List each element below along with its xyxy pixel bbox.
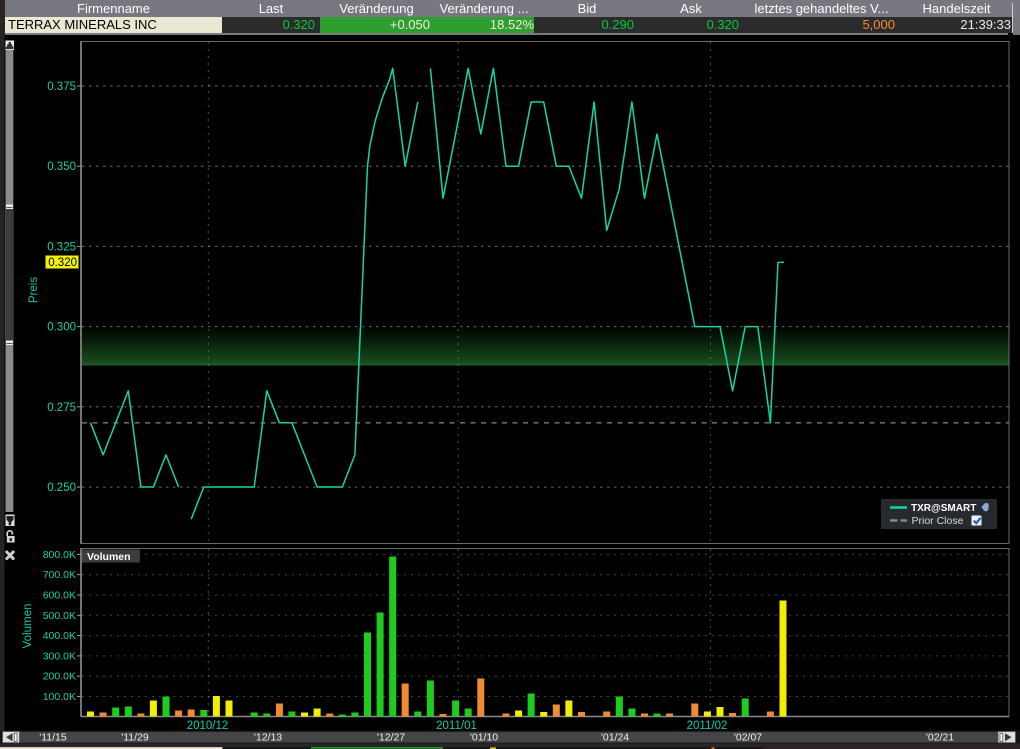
svg-text:500.0K: 500.0K: [43, 610, 76, 622]
svg-text:Volumen: Volumen: [22, 604, 34, 649]
svg-text:'12/13: '12/13: [254, 732, 282, 744]
svg-text:700.0K: 700.0K: [43, 569, 76, 581]
svg-text:0.275: 0.275: [47, 402, 76, 414]
svg-text:Preis: Preis: [28, 277, 40, 303]
svg-text:'02/21: '02/21: [926, 732, 954, 744]
svg-text:800.0K: 800.0K: [43, 549, 76, 561]
svg-text:Prior Close: Prior Close: [912, 515, 964, 527]
svg-text:200.0K: 200.0K: [43, 671, 76, 683]
svg-text:400.0K: 400.0K: [43, 630, 76, 642]
svg-text:0.300: 0.300: [47, 322, 76, 334]
svg-text:600.0K: 600.0K: [43, 590, 76, 602]
svg-text:100.0K: 100.0K: [43, 691, 76, 703]
svg-text:'01/10: '01/10: [470, 732, 498, 744]
svg-text:2010/12: 2010/12: [187, 720, 229, 732]
svg-text:0.250: 0.250: [47, 482, 76, 494]
svg-text:2011/02: 2011/02: [687, 720, 728, 732]
svg-text:0.375: 0.375: [47, 81, 76, 93]
svg-text:Volumen: Volumen: [87, 551, 131, 563]
svg-text:'11/29: '11/29: [121, 732, 149, 744]
svg-text:300.0K: 300.0K: [43, 650, 76, 662]
svg-text:0.320: 0.320: [48, 257, 77, 269]
svg-text:0.350: 0.350: [47, 161, 76, 173]
svg-text:'11/15: '11/15: [39, 732, 67, 744]
svg-text:2011/01: 2011/01: [436, 720, 477, 732]
svg-text:TXR@SMART: TXR@SMART: [911, 503, 976, 514]
svg-text:'01/24: '01/24: [601, 732, 629, 744]
svg-text:'02/07: '02/07: [734, 732, 762, 744]
svg-text:0.325: 0.325: [47, 241, 76, 253]
svg-text:'12/27: '12/27: [377, 732, 405, 744]
